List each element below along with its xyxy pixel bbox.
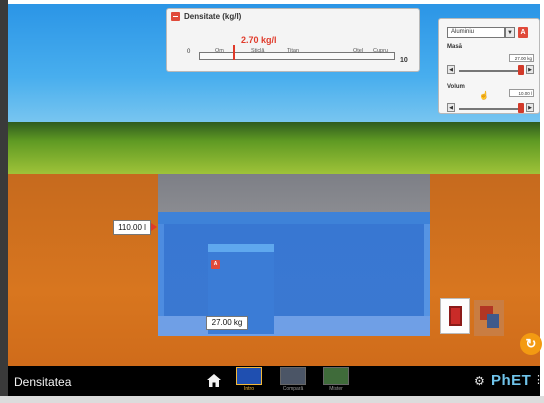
mass-value: 27.00 kg [509,54,534,62]
tab-label: Mister [329,386,343,392]
material-select[interactable]: Aluminiu [447,27,505,38]
mass-increment-button[interactable]: ▶ [526,65,534,74]
cursor-hand-icon: ☝ [479,91,489,100]
volume-slider-thumb[interactable] [518,103,524,113]
collapse-icon[interactable] [171,12,180,21]
menu-icon[interactable]: ⋮ [533,373,544,386]
density-scale-min: 0 [187,49,191,55]
density-ref-label: Om [215,48,224,54]
intro-thumbnail [236,367,262,385]
density-ref-label: Oțel [353,48,364,54]
phet-logo[interactable]: PhET [491,372,531,389]
block-mass-readout: 27.00 kg [206,316,248,330]
density-value: 2.70 kg/l [241,35,277,45]
chevron-down-icon[interactable]: ▼ [505,27,515,38]
mystery-thumbnail [323,367,349,385]
block-icon [448,306,462,326]
volume-decrement-button[interactable]: ◀ [447,103,455,112]
mass-slider-track[interactable] [459,70,523,72]
density-ref-label: Cupru [373,48,388,54]
mass-decrement-button[interactable]: ◀ [447,65,455,74]
volume-label: Volum [447,84,465,90]
grass-strip [8,122,540,176]
mass-label: Masă [447,44,463,50]
two-blocks-button[interactable] [474,300,504,336]
navigation-bar: Densitatea Intro Compară Mister ⚙ PhET ⋮ [8,366,544,396]
tab-intro[interactable]: Intro [234,366,264,392]
pool-volume-readout: 110.00 l [113,220,151,235]
volume-value: 10.00 l [509,89,534,97]
gear-icon[interactable]: ⚙ [474,374,485,388]
density-panel-header[interactable]: Densitate (kg/l) [171,12,241,21]
material-badge: A [518,27,528,38]
reset-button[interactable]: ↻ [520,333,542,355]
tab-label: Intro [243,386,254,392]
volume-slider-track[interactable] [459,108,523,110]
home-icon[interactable] [207,374,221,387]
tab-label: Compară [282,386,304,392]
density-ref-label: Sticlă [251,48,265,54]
sim-screen: Densitate (kg/l) 2.70 kg/l 0 Om Sticlă T… [8,4,540,396]
block-badge: A [211,260,220,269]
material-control-panel: Aluminiu ▼ A Masă 27.00 kg ◀ ▶ Volum 10.… [438,18,540,114]
compare-thumbnail [280,367,306,385]
single-block-button[interactable] [440,298,470,334]
monitor-bezel [0,0,8,403]
pool-floor [158,316,430,336]
monitor-bezel-bottom [0,396,544,403]
density-title: Densitate (kg/l) [184,12,242,21]
density-ref-label: Titan [287,48,300,54]
tab-mystery[interactable]: Mister [321,366,351,392]
tab-compare[interactable]: Compară [278,366,308,392]
app-title: Densitatea [14,375,72,389]
volume-pointer-icon [151,223,157,231]
density-marker [233,45,235,60]
density-scale-max: 10 [400,57,408,64]
block-icon [487,314,499,328]
density-panel: Densitate (kg/l) 2.70 kg/l 0 Om Sticlă T… [166,8,420,72]
mass-slider-thumb[interactable] [518,65,524,75]
volume-increment-button[interactable]: ▶ [526,103,534,112]
